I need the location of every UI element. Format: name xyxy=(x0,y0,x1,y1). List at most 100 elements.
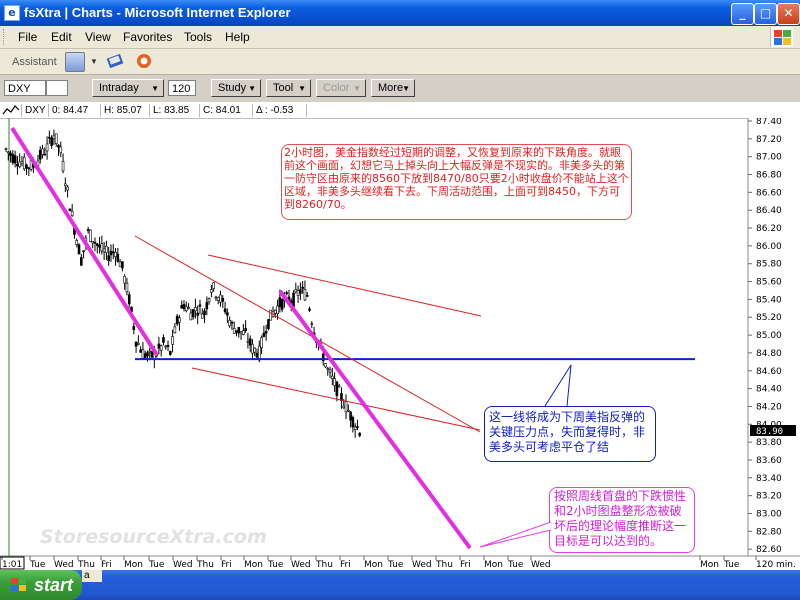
y-tick-label: 85.40 xyxy=(756,295,782,305)
symbol-history-icon[interactable] xyxy=(46,80,68,96)
candle-body xyxy=(100,243,104,252)
color-button: Color ▼ xyxy=(316,79,366,97)
channel-line xyxy=(134,235,481,433)
chart-type-icon[interactable] xyxy=(2,104,20,116)
period-select-label: Intraday xyxy=(99,82,139,94)
x-tick-label: Tue xyxy=(148,560,165,570)
candle-body xyxy=(109,250,113,256)
y-tick-label: 82.60 xyxy=(756,545,782,555)
x-tick-label: Fri xyxy=(101,560,112,570)
candle-body xyxy=(146,352,149,357)
candle-body xyxy=(111,251,115,254)
candle-body xyxy=(22,156,26,170)
candle-body xyxy=(116,253,120,262)
x-tick-label: Tue xyxy=(267,560,284,570)
more-button[interactable]: More ▼ xyxy=(371,79,415,97)
candle-body xyxy=(77,244,81,255)
x-tick-label: Wed xyxy=(291,560,311,570)
maximize-icon: □ xyxy=(759,6,772,20)
candle-body xyxy=(180,305,184,309)
chevron-down-icon: ▼ xyxy=(248,84,256,93)
candle-body xyxy=(89,229,92,242)
more-button-label: More xyxy=(378,82,404,94)
chart-toolbar: DXY Intraday ▼ 120 Study ▼ Tool ▼ Color ▼ Mo… xyxy=(0,75,800,103)
symbol-input[interactable]: DXY xyxy=(4,80,46,96)
minimize-icon: _ xyxy=(739,6,746,20)
menu-file[interactable]: File xyxy=(18,30,37,44)
candle-body xyxy=(358,432,362,436)
study-button-label: Study xyxy=(218,82,247,94)
candle-body xyxy=(11,154,15,164)
candle-body xyxy=(344,401,348,413)
taskbar-item[interactable]: a xyxy=(82,570,102,582)
menu-view[interactable]: View xyxy=(85,30,111,44)
candle-body xyxy=(246,340,250,343)
chevron-down-icon[interactable]: ▼ xyxy=(90,57,98,66)
maximize-button[interactable]: □ xyxy=(754,3,777,25)
candle-body xyxy=(107,255,110,262)
book-icon[interactable] xyxy=(106,52,126,70)
candle-body xyxy=(13,155,17,164)
start-button[interactable]: start xyxy=(0,570,82,600)
y-tick-label: 83.40 xyxy=(756,474,782,484)
candle-body xyxy=(356,426,359,428)
chevron-down-icon: ▼ xyxy=(298,84,306,93)
candle-body xyxy=(296,290,300,296)
lifebuoy-icon[interactable] xyxy=(134,52,154,70)
study-button[interactable]: Study ▼ xyxy=(211,79,261,97)
menu-tools[interactable]: Tools xyxy=(184,30,212,44)
quote-spacer xyxy=(306,104,310,117)
candle-body xyxy=(351,417,355,428)
tool-button[interactable]: Tool ▼ xyxy=(266,79,311,97)
candle-body xyxy=(200,313,204,319)
period-select[interactable]: Intraday ▼ xyxy=(92,79,164,97)
candle-body xyxy=(251,343,254,354)
candle-body xyxy=(198,304,202,307)
candle-body xyxy=(262,332,266,337)
candle-body xyxy=(210,289,213,293)
last-price-label: 83.90 xyxy=(756,427,783,437)
close-button[interactable]: ✕ xyxy=(777,3,800,25)
candle-body xyxy=(253,347,257,353)
candle-body xyxy=(16,163,19,167)
candle-body xyxy=(248,338,252,346)
x-tick-label: Thu xyxy=(196,560,214,570)
candle-body xyxy=(194,307,197,312)
watermark-text: StoresourceXtra.com xyxy=(40,526,267,548)
assistant-check-icon[interactable] xyxy=(65,52,85,72)
y-tick-label: 86.60 xyxy=(756,188,782,198)
menu-edit[interactable]: Edit xyxy=(51,30,72,44)
toolbar-grip[interactable] xyxy=(3,29,7,45)
candle-body xyxy=(148,350,152,353)
start-label: start xyxy=(34,575,74,595)
candle-body xyxy=(64,183,67,187)
candle-body xyxy=(333,378,336,386)
candle-body xyxy=(43,153,47,156)
y-axis-panel xyxy=(748,118,800,570)
candle-body xyxy=(219,294,222,303)
candle-body xyxy=(230,321,234,324)
y-tick-label: 85.80 xyxy=(756,260,782,270)
candle-body xyxy=(159,345,163,351)
candle-body xyxy=(105,246,108,253)
menu-favorites[interactable]: Favorites xyxy=(123,30,172,44)
bar-count-input[interactable]: 120 xyxy=(168,80,196,96)
candle-body xyxy=(294,289,298,293)
candle-body xyxy=(75,240,79,245)
x-tick-label: Tue xyxy=(29,560,46,570)
y-tick-label: 86.40 xyxy=(756,206,782,216)
candle-body xyxy=(269,309,273,321)
minimize-button[interactable]: _ xyxy=(731,3,754,25)
candle-body xyxy=(91,240,95,244)
candle-body xyxy=(264,331,268,334)
candle-body xyxy=(273,309,277,314)
candle-body xyxy=(335,381,339,396)
menu-help[interactable]: Help xyxy=(225,30,250,44)
windows-logo-icon xyxy=(11,578,26,591)
candle-body xyxy=(48,136,51,139)
candle-body xyxy=(175,315,179,325)
x-tick-label: Thu xyxy=(435,560,453,570)
candle-body xyxy=(164,345,168,348)
candle-body xyxy=(139,349,142,353)
candle-body xyxy=(123,276,126,284)
